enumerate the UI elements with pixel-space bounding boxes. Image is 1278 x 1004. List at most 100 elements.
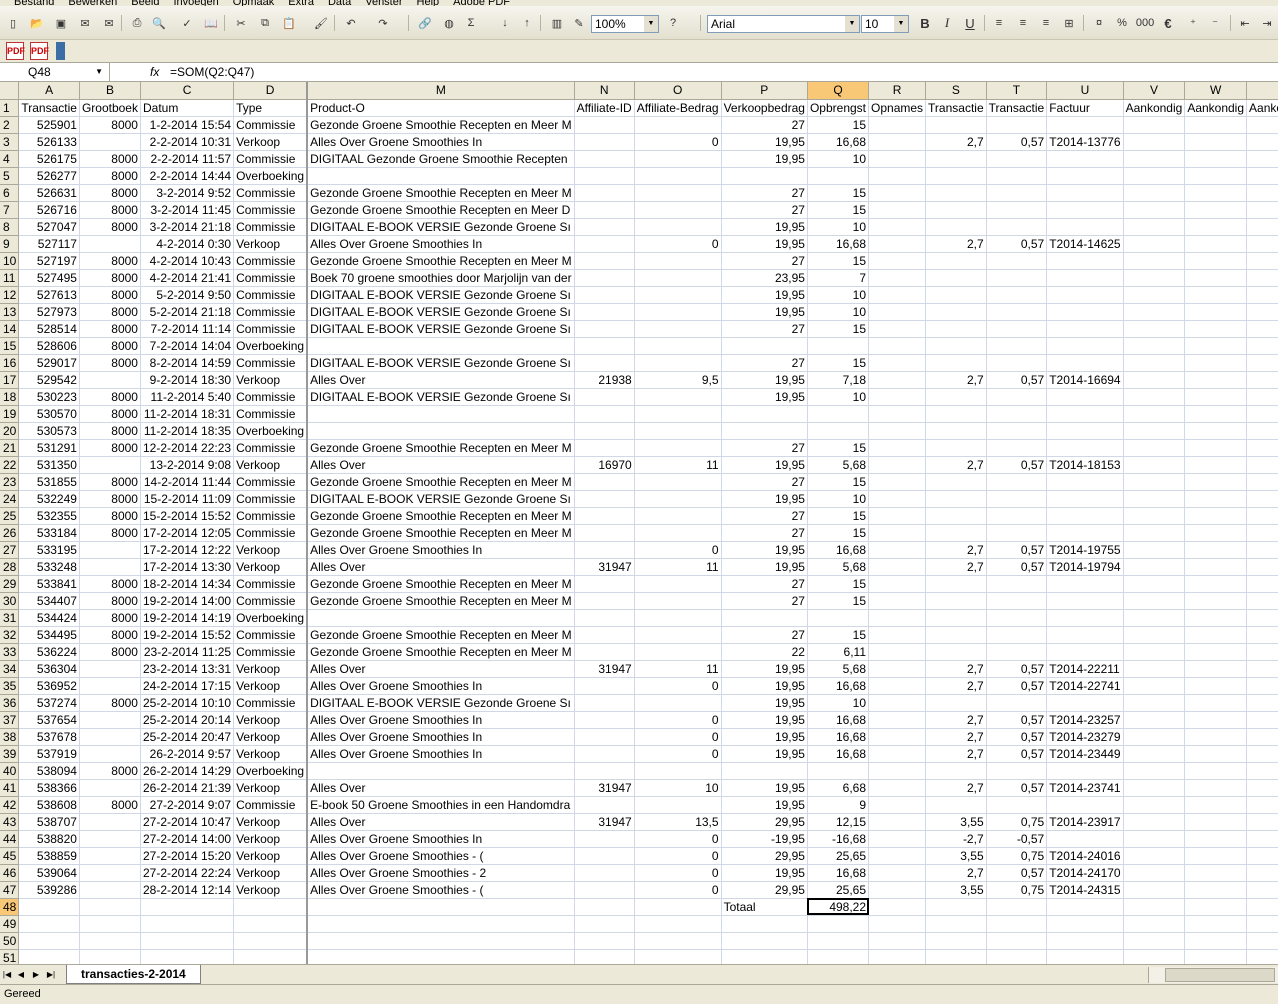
column-header-s[interactable]: S bbox=[925, 82, 987, 100]
cell[interactable]: Commissie bbox=[233, 796, 309, 814]
cell[interactable]: 12,15 bbox=[807, 813, 870, 831]
cell[interactable]: DIGITAAL E-BOOK VERSIE Gezonde Groene Sı bbox=[307, 286, 575, 304]
cell[interactable]: 13,5 bbox=[634, 813, 722, 831]
cell[interactable]: 5,68 bbox=[807, 660, 870, 678]
cell[interactable] bbox=[1123, 422, 1186, 440]
cell[interactable]: 0 bbox=[634, 830, 722, 848]
cell[interactable] bbox=[574, 388, 635, 406]
cell[interactable] bbox=[986, 184, 1048, 202]
cell[interactable] bbox=[574, 524, 635, 542]
cell[interactable] bbox=[986, 490, 1048, 508]
cell[interactable]: Commissie bbox=[233, 507, 309, 525]
cell[interactable]: 526277 bbox=[18, 167, 80, 185]
column-header-t[interactable]: T bbox=[986, 82, 1048, 100]
cell[interactable]: 8000 bbox=[79, 490, 141, 508]
cell[interactable] bbox=[1046, 184, 1124, 202]
cell[interactable]: 531350 bbox=[18, 456, 80, 474]
cell[interactable]: 19,95 bbox=[721, 150, 808, 168]
cell[interactable] bbox=[986, 626, 1048, 644]
row-header[interactable]: 2 bbox=[0, 116, 20, 134]
row-header[interactable]: 45 bbox=[0, 847, 20, 865]
cell[interactable]: 539064 bbox=[18, 864, 80, 882]
cell[interactable] bbox=[1184, 847, 1248, 865]
decrease-decimal-icon[interactable]: ⁻ bbox=[1206, 14, 1224, 32]
cell[interactable] bbox=[79, 864, 141, 882]
cell[interactable] bbox=[18, 949, 80, 964]
row-header[interactable]: 17 bbox=[0, 371, 20, 389]
cell[interactable]: Alles Over Groene Smoothies In bbox=[307, 728, 575, 746]
cell[interactable] bbox=[868, 762, 927, 780]
cell[interactable]: Opbrengst bbox=[807, 99, 870, 117]
cell[interactable] bbox=[307, 932, 575, 950]
cell[interactable] bbox=[1246, 354, 1278, 372]
cell[interactable] bbox=[925, 609, 987, 627]
cell[interactable]: 532249 bbox=[18, 490, 80, 508]
cell[interactable] bbox=[868, 864, 927, 882]
cell[interactable] bbox=[1046, 286, 1124, 304]
cell[interactable] bbox=[574, 337, 635, 355]
cell[interactable] bbox=[925, 473, 987, 491]
cell[interactable] bbox=[1123, 201, 1186, 219]
cell[interactable]: 25-2-2014 20:14 bbox=[140, 711, 235, 729]
cell[interactable]: 8000 bbox=[79, 201, 141, 219]
cell[interactable] bbox=[1246, 592, 1278, 610]
menu-item[interactable]: Invoegen bbox=[173, 0, 218, 6]
cell[interactable]: 8000 bbox=[79, 184, 141, 202]
cell[interactable] bbox=[1184, 541, 1248, 559]
cell[interactable]: Commissie bbox=[233, 184, 309, 202]
cell[interactable] bbox=[79, 371, 141, 389]
cell[interactable] bbox=[1046, 609, 1124, 627]
cell[interactable] bbox=[1123, 881, 1186, 899]
row-header[interactable]: 23 bbox=[0, 473, 20, 491]
cell[interactable] bbox=[1184, 507, 1248, 525]
cell[interactable] bbox=[925, 592, 987, 610]
cell[interactable]: 5,68 bbox=[807, 558, 870, 576]
cell[interactable]: 27 bbox=[721, 201, 808, 219]
cell[interactable]: 8000 bbox=[79, 320, 141, 338]
cell[interactable] bbox=[1184, 303, 1248, 321]
cell[interactable] bbox=[868, 949, 927, 964]
cell[interactable] bbox=[721, 932, 808, 950]
cell[interactable] bbox=[1123, 813, 1186, 831]
row-header[interactable]: 47 bbox=[0, 881, 20, 899]
cell[interactable]: 10 bbox=[807, 303, 870, 321]
cell[interactable]: 19,95 bbox=[721, 490, 808, 508]
cell[interactable] bbox=[1184, 609, 1248, 627]
cell[interactable]: 2,7 bbox=[925, 235, 987, 253]
cell[interactable] bbox=[1123, 830, 1186, 848]
cell[interactable] bbox=[634, 694, 722, 712]
cell[interactable]: 16,68 bbox=[807, 711, 870, 729]
cell[interactable] bbox=[634, 320, 722, 338]
row-header[interactable]: 6 bbox=[0, 184, 20, 202]
cell[interactable] bbox=[79, 728, 141, 746]
cell[interactable]: T2014-23917 bbox=[1046, 813, 1124, 831]
convert-to-pdf-icon[interactable]: PDF bbox=[6, 42, 25, 60]
cell[interactable]: Alles Over Groene Smoothies In bbox=[307, 235, 575, 253]
cell[interactable]: 528514 bbox=[18, 320, 80, 338]
cell[interactable] bbox=[868, 507, 927, 525]
cell[interactable] bbox=[868, 116, 927, 134]
cell[interactable]: 22 bbox=[721, 643, 808, 661]
cell[interactable] bbox=[986, 643, 1048, 661]
cell[interactable]: Commissie bbox=[233, 592, 309, 610]
cell[interactable] bbox=[868, 167, 927, 185]
spreadsheet-grid[interactable]: ABCDMNOPQRSTUVWX 1TransactieGrootboekDat… bbox=[0, 82, 1278, 964]
cell[interactable]: 16,68 bbox=[807, 541, 870, 559]
cell[interactable]: Verkoop bbox=[233, 371, 309, 389]
cell[interactable] bbox=[868, 830, 927, 848]
cell[interactable] bbox=[807, 762, 870, 780]
cell[interactable]: 8000 bbox=[79, 269, 141, 287]
row-header[interactable]: 42 bbox=[0, 796, 20, 814]
scrollbar-thumb[interactable] bbox=[1165, 968, 1275, 982]
cell[interactable]: 27 bbox=[721, 439, 808, 457]
fx-icon[interactable]: fx bbox=[150, 63, 159, 81]
cell[interactable]: 19,95 bbox=[721, 286, 808, 304]
cell[interactable]: Gezonde Groene Smoothie Recepten en Meer… bbox=[307, 575, 575, 593]
cell[interactable] bbox=[1246, 422, 1278, 440]
previous-sheet-icon[interactable]: ◀ bbox=[16, 968, 26, 981]
cell[interactable] bbox=[634, 422, 722, 440]
cell[interactable] bbox=[634, 303, 722, 321]
row-header[interactable]: 34 bbox=[0, 660, 20, 678]
cell[interactable]: T2014-22211 bbox=[1046, 660, 1124, 678]
cell[interactable] bbox=[868, 150, 927, 168]
